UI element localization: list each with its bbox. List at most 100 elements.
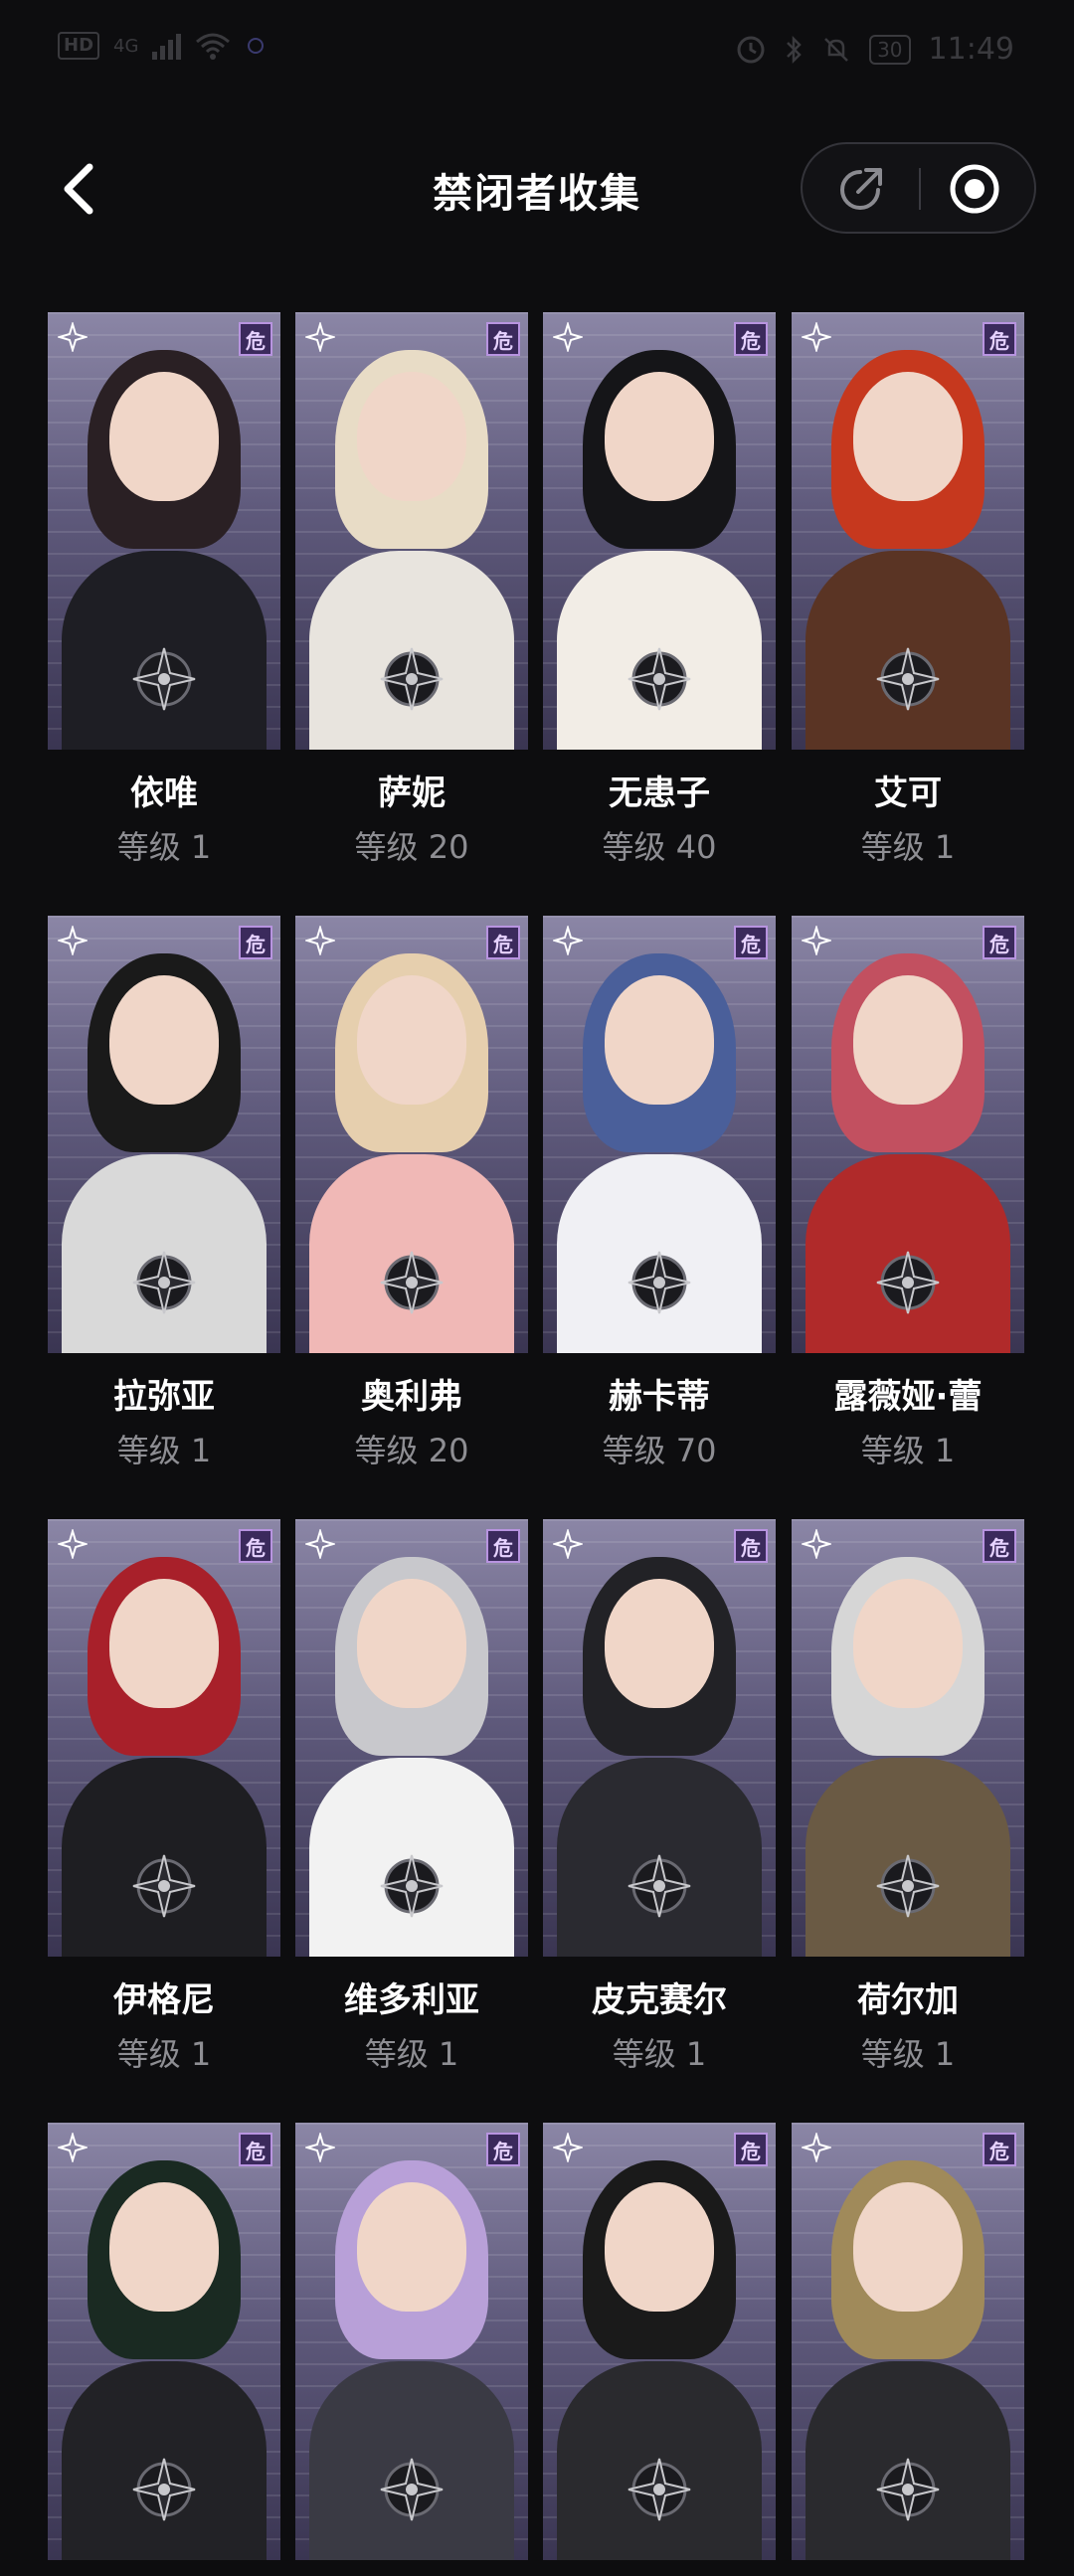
danger-badge: 危	[239, 926, 272, 959]
character-card[interactable]: 危荷尔加 等级 1	[792, 1519, 1024, 2075]
compass-star-icon	[802, 926, 831, 955]
share-icon[interactable]	[834, 164, 888, 214]
status-left: HD 4G	[58, 32, 267, 60]
compass-star-icon	[305, 1529, 335, 1559]
portrait-face	[853, 2182, 963, 2312]
character-card[interactable]: 危依唯 等级 1	[48, 312, 280, 868]
character-card[interactable]: 危拉弥亚 等级 1	[48, 916, 280, 1471]
character-card[interactable]: 危维多利亚 等级 1	[295, 1519, 528, 2075]
character-level: 等级 70	[602, 1432, 717, 1469]
danger-badge: 危	[983, 2133, 1016, 2166]
compass-star-icon	[553, 322, 583, 352]
status-right: 30 11:49	[736, 32, 1014, 67]
portrait-face	[605, 372, 714, 501]
character-level: 等级 1	[860, 1432, 956, 1469]
character-level: 等级 1	[364, 2035, 459, 2073]
portrait-face	[109, 2182, 219, 2312]
character-card[interactable]: 危赫卡蒂等级 70	[543, 916, 776, 1471]
wifi-icon	[196, 33, 231, 60]
character-level: 等级 1	[612, 2035, 707, 2073]
capsule-divider	[919, 168, 921, 210]
portrait-face	[357, 372, 466, 501]
rank-emblem-icon	[132, 1251, 196, 1314]
mute-icon	[824, 37, 848, 62]
character-portrait: 危	[792, 916, 1024, 1353]
danger-badge: 危	[734, 1529, 768, 1563]
character-level: 等级 1	[116, 828, 212, 866]
portrait-face	[853, 1579, 963, 1708]
danger-badge: 危	[486, 2133, 520, 2166]
header: 禁闭者收集	[0, 129, 1074, 249]
close-target-icon[interactable]	[948, 162, 1001, 216]
compass-star-icon	[553, 926, 583, 955]
danger-badge: 危	[239, 1529, 272, 1563]
rank-emblem-icon	[132, 2458, 196, 2521]
character-name: 萨妮	[378, 773, 446, 813]
character-name: 伊格尼	[113, 1980, 215, 2020]
portrait-face	[109, 1579, 219, 1708]
character-name: 艾可	[874, 773, 942, 813]
character-portrait: 危	[48, 312, 280, 750]
rank-emblem-icon	[627, 1854, 691, 1918]
mini-program-capsule	[801, 142, 1036, 234]
danger-badge: 危	[486, 926, 520, 959]
compass-star-icon	[58, 2133, 88, 2162]
danger-badge: 危	[734, 2133, 768, 2166]
compass-star-icon	[58, 322, 88, 352]
rank-emblem-icon	[380, 647, 444, 711]
rank-emblem-icon	[132, 1854, 196, 1918]
character-card[interactable]: 危奥利弗 等级 20	[295, 916, 528, 1471]
character-portrait: 危	[48, 2123, 280, 2560]
compass-star-icon	[58, 1529, 88, 1559]
character-card[interactable]: 危	[48, 2123, 280, 2576]
character-card[interactable]: 危萨妮 等级 20	[295, 312, 528, 868]
danger-badge: 危	[734, 322, 768, 356]
portrait-face	[605, 975, 714, 1105]
character-name: 露薇娅·蕾	[833, 1377, 983, 1417]
rank-emblem-icon	[876, 647, 940, 711]
character-card[interactable]: 危露薇娅·蕾等级 1	[792, 916, 1024, 1471]
rank-emblem-icon	[627, 1251, 691, 1314]
character-card[interactable]: 危无患子等级 40	[543, 312, 776, 868]
danger-badge: 危	[734, 926, 768, 959]
rank-emblem-icon	[627, 647, 691, 711]
character-name: 维多利亚	[344, 1980, 479, 2020]
portrait-face	[357, 1579, 466, 1708]
network-type: 4G	[113, 35, 139, 57]
character-card[interactable]: 危	[295, 2123, 528, 2576]
character-portrait: 危	[543, 916, 776, 1353]
character-level: 等级 1	[116, 2035, 212, 2073]
character-name: 奥利弗	[361, 1377, 462, 1417]
character-card[interactable]: 危	[543, 2123, 776, 2576]
rank-emblem-icon	[380, 1251, 444, 1314]
clock: 11:49	[928, 32, 1014, 67]
danger-badge: 危	[239, 322, 272, 356]
character-name: 拉弥亚	[113, 1377, 215, 1417]
character-portrait: 危	[543, 2123, 776, 2560]
portrait-face	[109, 975, 219, 1105]
character-level: 等级 20	[354, 828, 469, 866]
compass-star-icon	[553, 2133, 583, 2162]
character-name: 赫卡蒂	[609, 1377, 710, 1417]
signal-icon	[152, 32, 182, 60]
character-level: 等级 1	[860, 2035, 956, 2073]
portrait-face	[605, 1579, 714, 1708]
character-level: 等级 1	[860, 828, 956, 866]
character-portrait: 危	[792, 1519, 1024, 1957]
character-card[interactable]: 危艾可 等级 1	[792, 312, 1024, 868]
character-portrait: 危	[295, 916, 528, 1353]
portrait-face	[853, 975, 963, 1105]
alarm-icon	[737, 36, 765, 63]
character-level: 等级 40	[602, 828, 717, 866]
character-name: 无患子	[609, 773, 710, 813]
status-bar: HD 4G 30 11:49	[0, 0, 1074, 99]
hd-badge: HD	[58, 32, 100, 60]
character-card[interactable]: 危	[792, 2123, 1024, 2576]
character-card[interactable]: 危伊格尼等级 1	[48, 1519, 280, 2075]
compass-star-icon	[58, 926, 88, 955]
danger-badge: 危	[983, 1529, 1016, 1563]
rank-emblem-icon	[380, 1854, 444, 1918]
compass-star-icon	[553, 1529, 583, 1559]
rank-emblem-icon	[876, 2458, 940, 2521]
character-card[interactable]: 危皮克赛尔 等级 1	[543, 1519, 776, 2075]
